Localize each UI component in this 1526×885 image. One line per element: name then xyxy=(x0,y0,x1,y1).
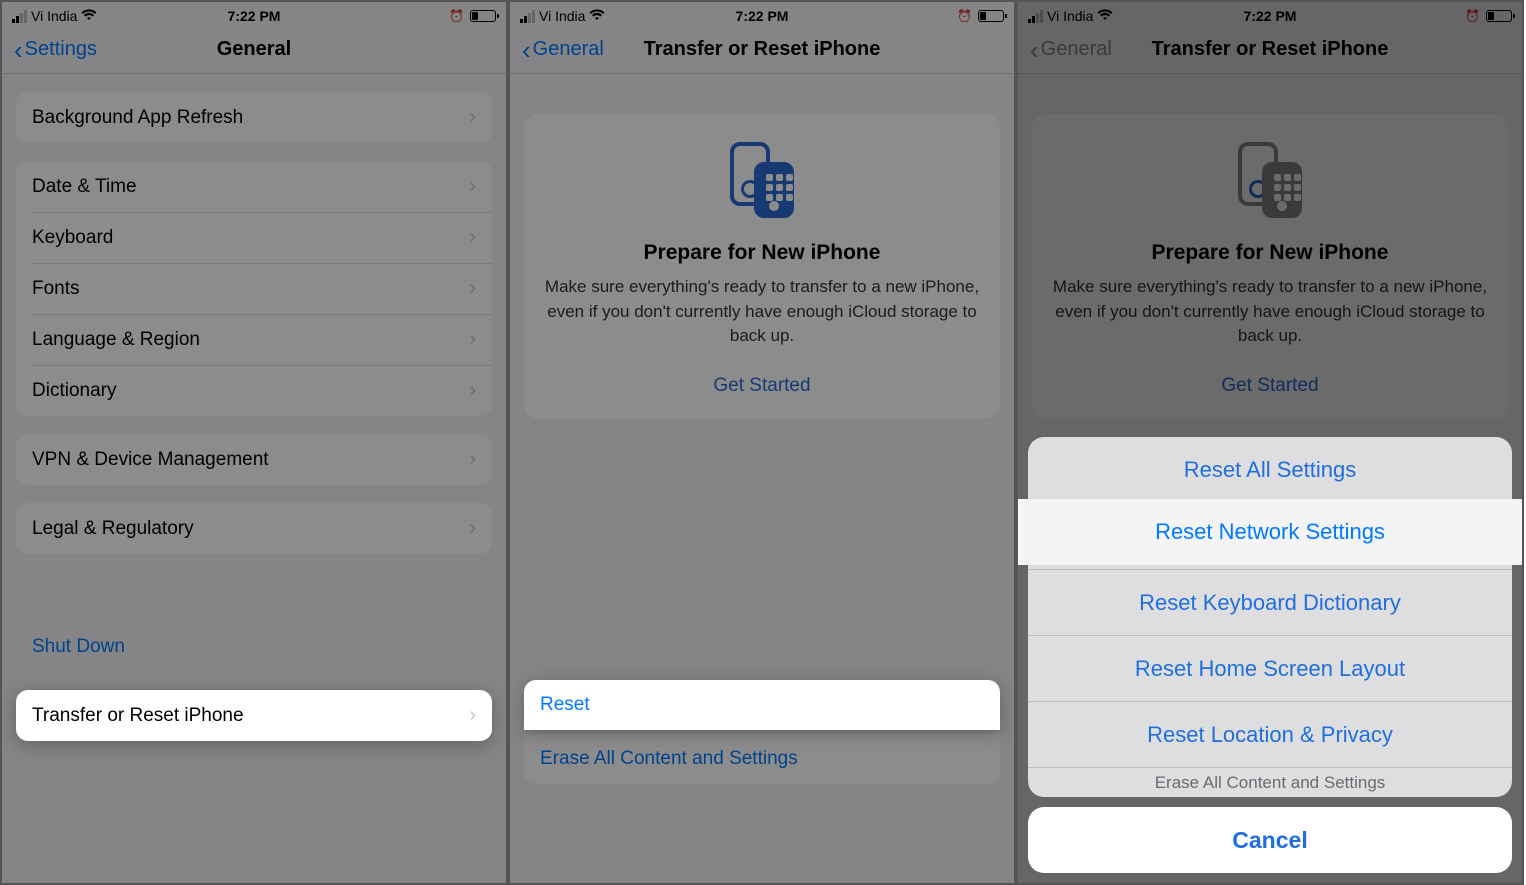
transfer-icon xyxy=(1230,140,1310,220)
row-date-time[interactable]: Date & Time› xyxy=(16,161,492,212)
row-language-region[interactable]: Language & Region› xyxy=(16,314,492,365)
chevron-right-icon: › xyxy=(469,277,476,300)
chevron-right-icon: › xyxy=(469,328,476,351)
card-body: Make sure everything's ready to transfer… xyxy=(1052,275,1488,349)
status-time: 7:22 PM xyxy=(1018,8,1522,24)
get-started-link[interactable]: Get Started xyxy=(1052,375,1488,397)
status-bar: Vi India 7:22 PM ⏰ xyxy=(1018,2,1522,26)
screen-general: Vi India 7:22 PM ⏰ ‹ Settings General Ba… xyxy=(0,0,508,885)
page-title: Transfer or Reset iPhone xyxy=(510,38,1014,61)
settings-list: Background App Refresh› Date & Time› Key… xyxy=(2,92,506,672)
prepare-card: Prepare for New iPhone Make sure everyth… xyxy=(1032,114,1508,419)
sheet-reset-all-settings[interactable]: Reset All Settings xyxy=(1028,437,1512,503)
chevron-right-icon: › xyxy=(469,704,476,727)
get-started-link[interactable]: Get Started xyxy=(544,375,980,397)
chevron-right-icon: › xyxy=(469,517,476,540)
row-vpn-device-management[interactable]: VPN & Device Management› xyxy=(16,434,492,485)
chevron-right-icon: › xyxy=(469,226,476,249)
nav-bar: ‹ General Transfer or Reset iPhone xyxy=(510,26,1014,74)
sheet-options: Reset All Settings x Reset Keyboard Dict… xyxy=(1028,437,1512,797)
card-body: Make sure everything's ready to transfer… xyxy=(544,275,980,349)
status-time: 7:22 PM xyxy=(510,8,1014,24)
page-title: Transfer or Reset iPhone xyxy=(1018,38,1522,61)
chevron-right-icon: › xyxy=(469,106,476,129)
row-fonts[interactable]: Fonts› xyxy=(16,263,492,314)
sheet-cancel-button[interactable]: Cancel xyxy=(1028,807,1512,873)
battery-icon xyxy=(470,10,496,22)
sheet-erase-bg: Erase All Content and Settings xyxy=(1028,767,1512,797)
screen-transfer-reset: Vi India 7:22 PM ⏰ ‹ General Transfer or… xyxy=(508,0,1016,885)
erase-row[interactable]: Erase All Content and Settings xyxy=(524,734,1000,784)
status-bar: Vi India 7:22 PM ⏰ xyxy=(510,2,1014,26)
status-bar: Vi India 7:22 PM ⏰ xyxy=(2,2,506,26)
page-title: General xyxy=(2,38,506,61)
transfer-icon xyxy=(722,140,802,220)
nav-bar: ‹ General Transfer or Reset iPhone xyxy=(1018,26,1522,74)
chevron-right-icon: › xyxy=(469,379,476,402)
screen-reset-sheet: Vi India 7:22 PM ⏰ ‹ General Transfer or… xyxy=(1016,0,1524,885)
battery-icon xyxy=(978,10,1004,22)
row-keyboard[interactable]: Keyboard› xyxy=(16,212,492,263)
card-title: Prepare for New iPhone xyxy=(1052,241,1488,265)
prepare-card: Prepare for New iPhone Make sure everyth… xyxy=(524,114,1000,419)
row-shut-down[interactable]: Shut Down xyxy=(16,622,492,672)
battery-icon xyxy=(1486,10,1512,22)
row-transfer-reset-iphone[interactable]: Transfer or Reset iPhone › xyxy=(16,690,492,741)
sheet-reset-home-screen-layout[interactable]: Reset Home Screen Layout xyxy=(1028,635,1512,701)
card-title: Prepare for New iPhone xyxy=(544,241,980,265)
chevron-right-icon: › xyxy=(469,175,476,198)
sheet-reset-keyboard-dictionary[interactable]: Reset Keyboard Dictionary xyxy=(1028,569,1512,635)
row-reset[interactable]: Reset xyxy=(524,680,1000,730)
chevron-right-icon: › xyxy=(469,448,476,471)
sheet-reset-network-settings[interactable]: Reset Network Settings xyxy=(1018,499,1522,565)
row-dictionary[interactable]: Dictionary› xyxy=(16,365,492,416)
status-time: 7:22 PM xyxy=(2,8,506,24)
nav-bar: ‹ Settings General xyxy=(2,26,506,74)
sheet-reset-location-privacy[interactable]: Reset Location & Privacy xyxy=(1028,701,1512,767)
row-legal-regulatory[interactable]: Legal & Regulatory› xyxy=(16,503,492,554)
row-background-app-refresh[interactable]: Background App Refresh› xyxy=(16,92,492,143)
